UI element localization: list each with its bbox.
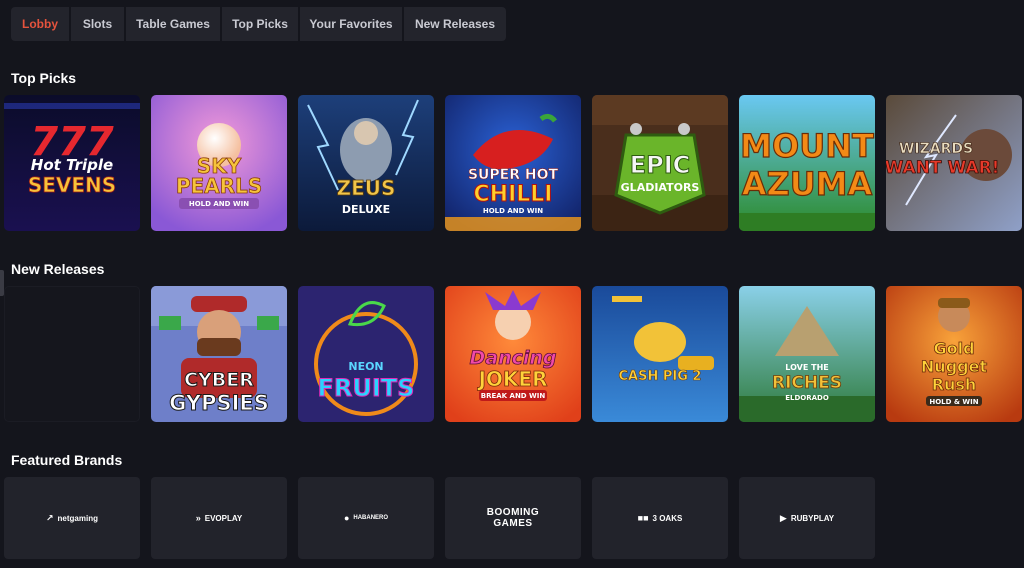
featured-brands-heading: Featured Brands	[11, 452, 123, 468]
tile-title: MOUNT	[740, 127, 874, 165]
pepper-icon: ●	[343, 513, 350, 523]
brand-rubyplay[interactable]: ▶ RUBYPLAY	[739, 477, 875, 559]
category-tabs: Lobby Slots Table Games Top Picks Your F…	[11, 7, 506, 41]
tile-tagline: HOLD AND WIN	[483, 207, 543, 215]
game-tile-zeus-deluxe[interactable]: ZEUS DELUXE	[298, 95, 434, 231]
tab-top-picks[interactable]: Top Picks	[222, 7, 300, 41]
tile-subtitle: FRUITS	[318, 374, 415, 402]
brand-3-oaks[interactable]: ■■ 3 OAKS	[592, 477, 728, 559]
tile-title: CASH PIG 2	[619, 369, 702, 384]
brand-name-2: GAMES	[493, 518, 533, 529]
tile-title: Gold	[933, 339, 974, 358]
brand-booming-games[interactable]: BOOMING GAMES	[445, 477, 581, 559]
tile-tagline: HOLD AND WIN	[189, 200, 249, 208]
brand-evoplay[interactable]: » EVOPLAY	[151, 477, 287, 559]
new-releases-heading: New Releases	[11, 261, 105, 277]
tile-subtitle: AZUMA	[742, 165, 873, 203]
game-tile-dancing-joker[interactable]: Dancing JOKER BREAK AND WIN	[445, 286, 581, 422]
tab-table-games[interactable]: Table Games	[126, 7, 222, 41]
play-icon: ▶	[779, 512, 787, 523]
tile-subtitle: GYPSIES	[169, 391, 269, 415]
game-tile-wizards-want-war[interactable]: WIZARDS WANT WAR!	[886, 95, 1022, 231]
tile-tagline: HOLD & WIN	[929, 398, 978, 406]
tile-subtitle: GLADIATORS	[621, 181, 700, 194]
tile-subtitle: CHILLI	[474, 182, 553, 207]
top-picks-heading: Top Picks	[11, 70, 77, 86]
game-tile-epic-gladiators[interactable]: EPIC GLADIATORS	[592, 95, 728, 231]
tile-tagline: ELDORADO	[785, 394, 829, 402]
tile-title: Dancing	[469, 347, 556, 369]
tile-title: Hot Triple	[31, 156, 113, 174]
tile-subtitle: WANT WAR!	[886, 158, 999, 178]
tile-subtitle: JOKER	[476, 367, 547, 391]
tab-new-releases[interactable]: New Releases	[404, 7, 506, 41]
tile-title: NEON	[348, 360, 383, 373]
featured-brands-row: ↗ netgaming » EVOPLAY ● HABANERO BOOMING…	[4, 477, 875, 559]
top-picks-row: 777 Hot Triple SEVENS SKY PEARLS HOLD AN…	[4, 95, 1022, 231]
tile-subtitle: PEARLS	[176, 174, 262, 198]
game-tile-love-the-riches[interactable]: LOVE THE RICHES ELDORADO	[739, 286, 875, 422]
tile-title: EPIC	[630, 151, 691, 179]
game-tile-mount-azuma[interactable]: MOUNT AZUMA	[739, 95, 875, 231]
tab-lobby[interactable]: Lobby	[11, 7, 71, 41]
n-icon: ↗	[46, 512, 54, 523]
tile-subtitle: Nugget	[921, 357, 988, 376]
game-tile-cash-pig-2[interactable]: CASH PIG 2	[592, 286, 728, 422]
tile-subtitle: RICHES	[772, 373, 842, 393]
brand-name: 3 OAKS	[652, 513, 683, 523]
oaks-icon: ■■	[637, 513, 649, 523]
game-tile-placeholder	[4, 286, 140, 422]
tab-slots[interactable]: Slots	[71, 7, 126, 41]
game-tile-cyber-gypsies[interactable]: CYBER GYPSIES	[151, 286, 287, 422]
tile-title: WIZARDS	[899, 141, 973, 157]
game-tile-sky-pearls[interactable]: SKY PEARLS HOLD AND WIN	[151, 95, 287, 231]
brand-name: netgaming	[57, 513, 98, 523]
tile-title: SUPER HOT	[468, 167, 559, 183]
brand-name: HABANERO	[353, 515, 389, 521]
tile-title: CYBER	[184, 369, 254, 391]
brand-name: BOOMING	[486, 507, 540, 518]
tile-title: LOVE THE	[785, 363, 828, 372]
tile-title: ZEUS	[337, 176, 396, 200]
game-tile-neon-fruits[interactable]: NEON FRUITS	[298, 286, 434, 422]
brand-netgaming[interactable]: ↗ netgaming	[4, 477, 140, 559]
new-releases-row: CYBER GYPSIES NEON FRUITS Dancing JOKER …	[4, 286, 1022, 422]
brand-habanero[interactable]: ● HABANERO	[298, 477, 434, 559]
tile-subtitle: SEVENS	[28, 173, 116, 197]
tile-tagline: BREAK AND WIN	[481, 392, 546, 400]
game-tile-hot-triple-sevens[interactable]: 777 Hot Triple SEVENS	[4, 95, 140, 231]
brand-name: RUBYPLAY	[790, 513, 835, 523]
chevron-icon: »	[195, 513, 201, 523]
tile-subtitle-2: Rush	[932, 375, 977, 394]
game-tile-gold-nugget-rush[interactable]: Gold Nugget Rush HOLD & WIN	[886, 286, 1022, 422]
game-tile-super-hot-chilli[interactable]: SUPER HOT CHILLI HOLD AND WIN	[445, 95, 581, 231]
tab-your-favorites[interactable]: Your Favorites	[300, 7, 404, 41]
tile-subtitle: DELUXE	[342, 203, 390, 216]
brand-name: EVOPLAY	[204, 513, 243, 523]
